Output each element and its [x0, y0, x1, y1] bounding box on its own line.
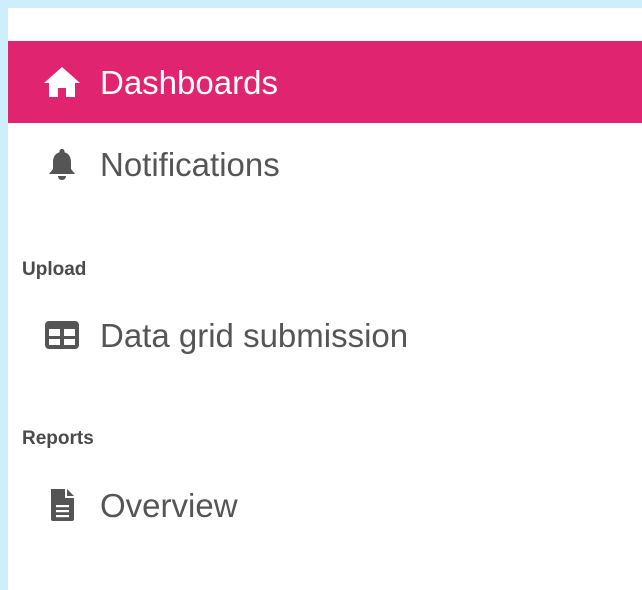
section-heading-upload: Upload	[22, 259, 87, 280]
sidebar-item-label: Notifications	[100, 145, 280, 183]
file-icon	[42, 485, 82, 525]
home-icon	[42, 62, 82, 102]
sidebar-item-label: Dashboards	[100, 63, 278, 101]
sidebar-item-overview[interactable]: Overview	[8, 464, 642, 546]
sidebar-panel: Dashboards Notifications Upload Data gri…	[8, 8, 642, 590]
section-heading-reports: Reports	[22, 428, 94, 449]
sidebar-item-notifications[interactable]: Notifications	[8, 123, 642, 205]
sidebar-item-dashboards[interactable]: Dashboards	[8, 41, 642, 123]
bell-icon	[42, 144, 82, 184]
sidebar-item-label: Data grid submission	[100, 316, 409, 354]
sidebar-item-data-grid-submission[interactable]: Data grid submission	[8, 294, 642, 376]
sidebar-item-label: Overview	[100, 486, 238, 524]
table-icon	[42, 315, 82, 355]
